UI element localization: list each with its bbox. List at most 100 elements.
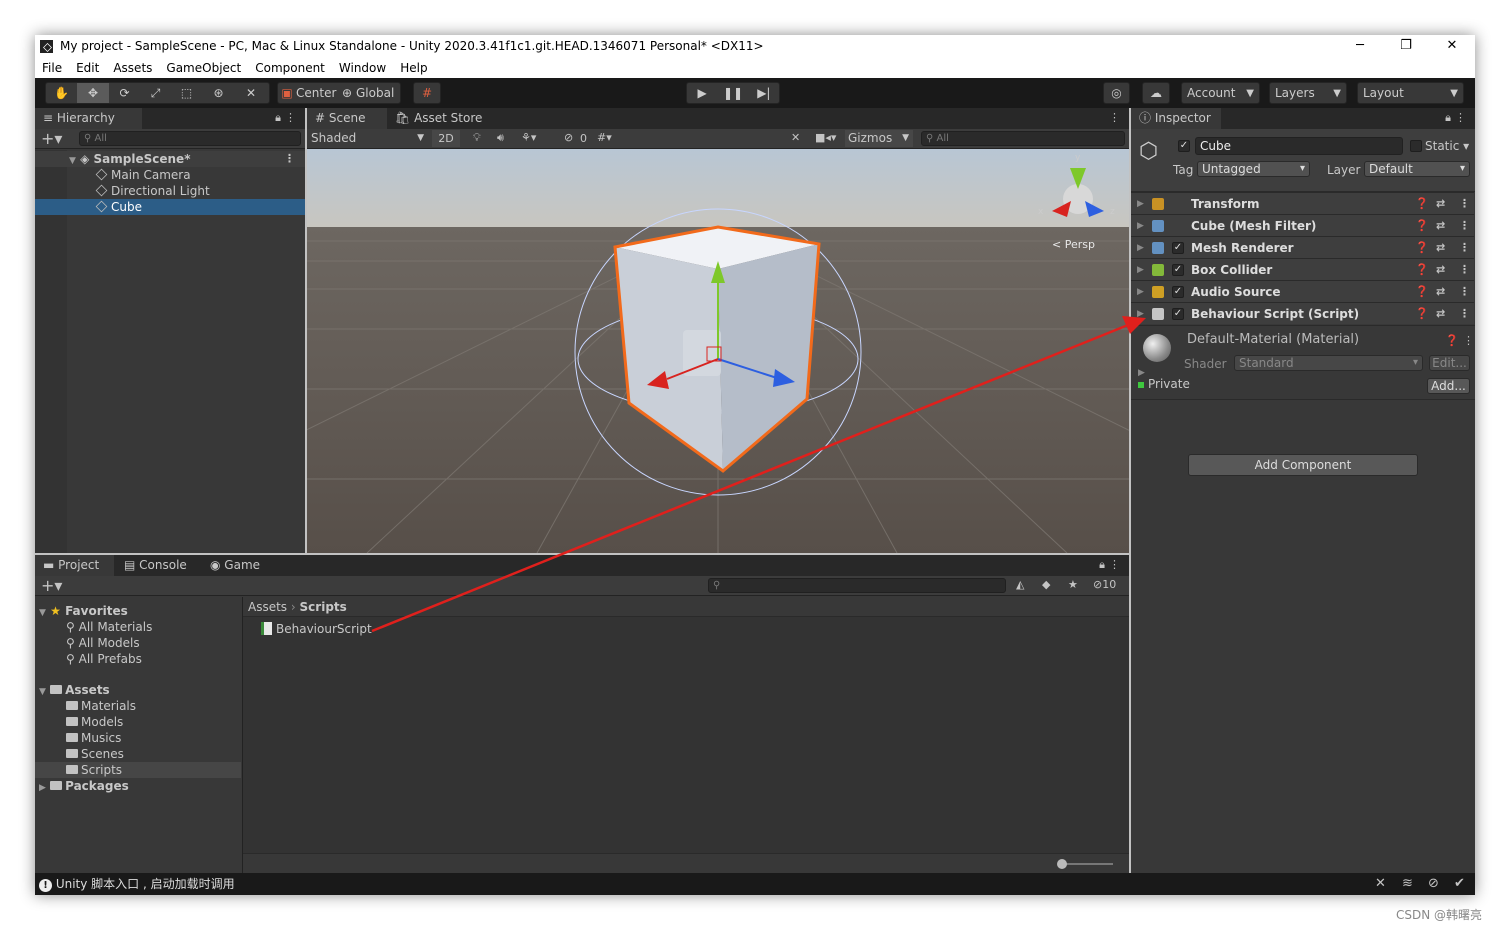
help-icon[interactable]: ❓ <box>1415 281 1429 303</box>
help-icon[interactable]: ❓ <box>1445 334 1459 347</box>
move-tool-icon[interactable]: ✥ <box>77 83 109 103</box>
edit-shader-button[interactable]: Edit... <box>1429 355 1470 371</box>
more-menu-icon[interactable]: ⋮ <box>284 151 295 167</box>
expand-arrow-icon[interactable]: ▶ <box>1137 215 1144 237</box>
lock-icon[interactable]: 🔒︎ <box>1445 111 1451 125</box>
expand-arrow-icon[interactable]: ▶ <box>39 783 46 793</box>
collab-icon[interactable]: ◎ <box>1111 86 1121 100</box>
more-menu-icon[interactable]: ⋮ <box>1459 193 1470 215</box>
add-icon[interactable]: +▾ <box>41 129 62 148</box>
expand-arrow-icon[interactable]: ▼ <box>39 687 46 697</box>
tab-inspector[interactable]: ⓘ Inspector <box>1131 108 1221 129</box>
check-circle-icon[interactable]: ✔ <box>1454 873 1465 895</box>
layers-dropdown[interactable]: Layers ▼ <box>1269 82 1347 104</box>
preset-icon[interactable]: ⇄ <box>1436 303 1445 325</box>
filter-type-icon[interactable]: ◭ <box>1016 578 1024 591</box>
component-enabled-checkbox[interactable]: ✓ <box>1172 264 1184 276</box>
more-menu-icon[interactable]: ⋮ <box>1109 111 1120 124</box>
component-row[interactable]: ▶ ✓ Behaviour Script (Script) ❓ ⇄ ⋮ <box>1131 302 1474 324</box>
grid-snap-icon[interactable]: # <box>422 86 432 100</box>
tools-icon[interactable]: ✕ <box>791 131 800 144</box>
grid-icon[interactable]: #▾ <box>597 131 612 144</box>
camera-icon[interactable]: ■◂▾ <box>815 131 836 144</box>
cloud-icon[interactable]: ☁ <box>1150 86 1162 100</box>
account-dropdown[interactable]: Account ▼ <box>1181 82 1260 104</box>
restore-button[interactable]: ❐ <box>1383 35 1429 57</box>
layout-dropdown[interactable]: Layout ▼ <box>1357 82 1464 104</box>
help-icon[interactable]: ❓ <box>1415 237 1429 259</box>
more-menu-icon[interactable]: ⋮ <box>1459 259 1470 281</box>
filter-label-icon[interactable]: ◆ <box>1042 578 1050 591</box>
lock-icon[interactable]: 🔒︎ <box>1099 558 1105 572</box>
preset-icon[interactable]: ⇄ <box>1436 237 1445 259</box>
layers-status-icon[interactable]: ≋ <box>1402 873 1413 895</box>
favorite-item[interactable]: ⚲ All Prefabs <box>66 651 142 667</box>
menu-gameobject[interactable]: GameObject <box>159 61 248 75</box>
tab-scene[interactable]: # Scene <box>307 108 387 129</box>
more-menu-icon[interactable]: ⋮ <box>285 111 296 124</box>
close-button[interactable]: ✕ <box>1429 35 1475 57</box>
breadcrumb-assets[interactable]: Assets <box>248 600 287 614</box>
component-row[interactable]: ▶ Transform ❓ ⇄ ⋮ <box>1131 192 1474 214</box>
static-label[interactable]: Static ▾ <box>1425 139 1469 153</box>
menu-assets[interactable]: Assets <box>106 61 159 75</box>
component-enabled-checkbox[interactable]: ✓ <box>1172 286 1184 298</box>
hierarchy-item[interactable]: Directional Light <box>35 183 305 199</box>
play-icon[interactable]: ▶ <box>687 86 717 100</box>
tab-game[interactable]: ◉ Game <box>202 555 268 576</box>
debug-icon[interactable]: ✕ <box>1375 873 1386 895</box>
expand-arrow-icon[interactable]: ▼ <box>39 608 46 618</box>
more-menu-icon[interactable]: ⋮ <box>1463 334 1474 347</box>
help-icon[interactable]: ❓ <box>1415 215 1429 237</box>
add-component-button[interactable]: Add Component <box>1188 454 1418 476</box>
rect-tool-icon[interactable]: ⬚ <box>171 86 202 100</box>
project-search[interactable]: ⚲ <box>708 578 1006 593</box>
component-row[interactable]: ▶ ✓ Audio Source ❓ ⇄ ⋮ <box>1131 280 1474 302</box>
tab-project[interactable]: ▬ Project <box>35 555 114 576</box>
layer-dropdown[interactable]: Default <box>1364 161 1470 177</box>
scene-search[interactable]: ⚲ All <box>921 131 1125 146</box>
slider-handle[interactable] <box>1057 859 1067 869</box>
more-menu-icon[interactable]: ⋮ <box>1459 281 1470 303</box>
more-menu-icon[interactable]: ⋮ <box>1459 237 1470 259</box>
component-row[interactable]: ▶ ✓ Mesh Renderer ❓ ⇄ ⋮ <box>1131 236 1474 258</box>
menu-window[interactable]: Window <box>332 61 393 75</box>
more-menu-icon[interactable]: ⋮ <box>1459 303 1470 325</box>
shading-mode-dropdown[interactable]: Shaded ▼ <box>309 130 427 147</box>
audio-icon[interactable]: 🔊︎ <box>497 131 504 145</box>
component-row[interactable]: ▶ ✓ Box Collider ❓ ⇄ ⋮ <box>1131 258 1474 280</box>
folder-item[interactable]: Scenes <box>66 746 124 762</box>
pause-icon[interactable]: ❚❚ <box>717 86 748 100</box>
static-checkbox[interactable] <box>1410 140 1422 152</box>
object-name-field[interactable]: Cube <box>1195 137 1403 155</box>
lighting-icon[interactable]: 💡︎ <box>473 131 481 145</box>
tab-hierarchy[interactable]: ≡ Hierarchy <box>35 108 142 129</box>
add-label-button[interactable]: Add... <box>1427 378 1470 394</box>
toggle-2d-button[interactable]: 2D <box>432 130 460 147</box>
folder-item[interactable]: Materials <box>66 698 136 714</box>
more-menu-icon[interactable]: ⋮ <box>1455 111 1466 124</box>
hidden-objects-icon[interactable]: ⊘ <box>564 131 573 144</box>
assets-header[interactable]: ▼ Assets <box>39 682 110 698</box>
menu-help[interactable]: Help <box>393 61 434 75</box>
folder-item[interactable]: Models <box>66 714 123 730</box>
more-menu-icon[interactable]: ⋮ <box>1109 558 1120 571</box>
effects-icon[interactable]: ⚘▾ <box>521 131 536 144</box>
pivot-global-button[interactable]: Global <box>356 86 394 100</box>
scene-row[interactable]: ▼ ◈ SampleScene* ⋮ <box>35 151 305 167</box>
preset-icon[interactable]: ⇄ <box>1436 259 1445 281</box>
preset-icon[interactable]: ⇄ <box>1436 215 1445 237</box>
lock-icon[interactable]: 🔒︎ <box>275 111 281 125</box>
favorites-header[interactable]: ▼ ★ Favorites <box>39 603 128 619</box>
component-row[interactable]: ▶ Cube (Mesh Filter) ❓ ⇄ ⋮ <box>1131 214 1474 236</box>
expand-arrow-icon[interactable]: ▼ <box>69 156 76 166</box>
component-enabled-checkbox[interactable]: ✓ <box>1172 308 1184 320</box>
shader-dropdown[interactable]: Standard <box>1234 355 1423 371</box>
hand-tool-icon[interactable]: ✋ <box>46 86 77 100</box>
expand-arrow-icon[interactable]: ▶ <box>1138 368 1145 378</box>
scene-viewport[interactable]: y x z < Persp <box>307 149 1129 553</box>
packages-header[interactable]: ▶ Packages <box>39 778 129 794</box>
hierarchy-item-selected[interactable]: Cube <box>35 199 305 215</box>
menu-component[interactable]: Component <box>248 61 332 75</box>
hidden-packages-icon[interactable]: ⊘10 <box>1093 578 1116 591</box>
